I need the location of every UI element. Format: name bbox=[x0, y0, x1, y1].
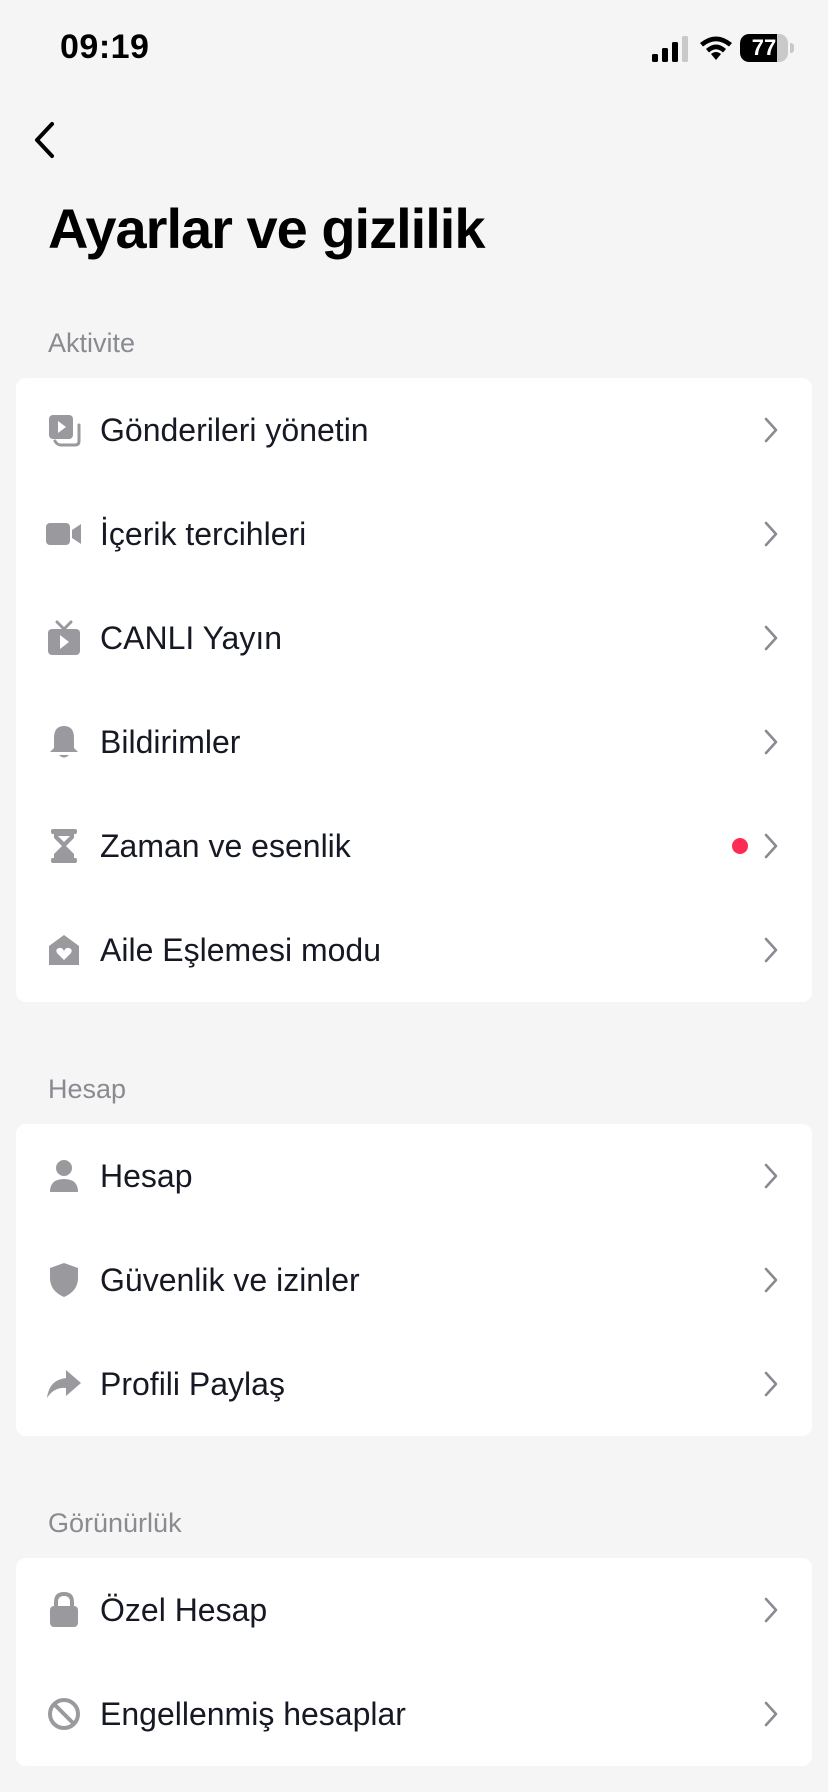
video-camera-icon bbox=[46, 516, 82, 552]
chevron-right-icon bbox=[764, 729, 778, 755]
chevron-right-icon bbox=[764, 1267, 778, 1293]
settings-row-private-account[interactable]: Özel Hesap bbox=[16, 1558, 812, 1662]
settings-row-manage-posts[interactable]: Gönderileri yönetin bbox=[16, 378, 812, 482]
settings-row-label: CANLI Yayın bbox=[100, 620, 283, 656]
shield-icon bbox=[46, 1262, 82, 1298]
settings-row-account[interactable]: Hesap bbox=[16, 1124, 812, 1228]
settings-row-label: Zaman ve esenlik bbox=[100, 828, 351, 864]
account-card: Hesap Güvenlik ve izinler Profili Paylaş bbox=[16, 1124, 812, 1436]
settings-row-label: Gönderileri yönetin bbox=[100, 412, 369, 448]
settings-row-label: Bildirimler bbox=[100, 724, 241, 760]
notification-dot bbox=[732, 838, 748, 854]
lock-icon bbox=[46, 1592, 82, 1628]
settings-row-label: Güvenlik ve izinler bbox=[100, 1262, 360, 1298]
chevron-right-icon bbox=[764, 1163, 778, 1189]
battery-indicator: 77 bbox=[740, 34, 796, 64]
settings-row-time-wellbeing[interactable]: Zaman ve esenlik bbox=[16, 794, 812, 898]
settings-row-label: Aile Eşlemesi modu bbox=[100, 932, 381, 968]
settings-row-notifications[interactable]: Bildirimler bbox=[16, 690, 812, 794]
chevron-left-icon bbox=[35, 122, 54, 158]
wifi-icon bbox=[700, 36, 732, 60]
battery-body: 77 bbox=[740, 34, 788, 62]
settings-row-label: Profili Paylaş bbox=[100, 1366, 285, 1402]
chevron-right-icon bbox=[764, 1371, 778, 1397]
posts-icon bbox=[46, 412, 82, 448]
status-time: 09:19 bbox=[60, 28, 150, 66]
settings-row-label: Özel Hesap bbox=[100, 1592, 268, 1628]
settings-row-blocked-accounts[interactable]: Engellenmiş hesaplar bbox=[16, 1662, 812, 1766]
signal-icon bbox=[652, 36, 688, 62]
chevron-right-icon bbox=[764, 833, 778, 859]
chevron-right-icon bbox=[764, 1597, 778, 1623]
chevron-right-icon bbox=[764, 521, 778, 547]
person-icon bbox=[46, 1158, 82, 1194]
page-title: Ayarlar ve gizlilik bbox=[48, 197, 485, 260]
settings-row-content-preferences[interactable]: İçerik tercihleri bbox=[16, 482, 812, 586]
settings-row-label: Hesap bbox=[100, 1158, 193, 1194]
back-button[interactable] bbox=[24, 114, 64, 166]
section-label-account: Hesap bbox=[48, 1074, 127, 1104]
settings-row-live[interactable]: CANLI Yayın bbox=[16, 586, 812, 690]
visibility-card: Özel Hesap Engellenmiş hesaplar bbox=[16, 1558, 812, 1766]
settings-row-family-pairing[interactable]: Aile Eşlemesi modu bbox=[16, 898, 812, 1002]
chevron-right-icon bbox=[764, 625, 778, 651]
activity-card: Gönderileri yönetin İçerik tercihleri CA… bbox=[16, 378, 812, 1002]
hourglass-icon bbox=[46, 828, 82, 864]
settings-row-security[interactable]: Güvenlik ve izinler bbox=[16, 1228, 812, 1332]
section-label-activity: Aktivite bbox=[48, 328, 136, 358]
share-arrow-icon bbox=[46, 1366, 82, 1402]
chevron-right-icon bbox=[764, 417, 778, 443]
status-bar: 09:19 77 bbox=[0, 0, 828, 100]
battery-level: 77 bbox=[751, 35, 777, 60]
settings-row-label: Engellenmiş hesaplar bbox=[100, 1696, 406, 1732]
settings-row-share-profile[interactable]: Profili Paylaş bbox=[16, 1332, 812, 1436]
chevron-right-icon bbox=[764, 937, 778, 963]
section-label-visibility: Görünürlük bbox=[48, 1508, 182, 1538]
blocked-icon bbox=[46, 1696, 82, 1732]
home-heart-icon bbox=[46, 932, 82, 968]
live-tv-icon bbox=[46, 620, 82, 656]
battery-tip bbox=[790, 43, 794, 53]
chevron-right-icon bbox=[764, 1701, 778, 1727]
settings-row-label: İçerik tercihleri bbox=[100, 516, 307, 552]
bell-icon bbox=[46, 724, 82, 760]
